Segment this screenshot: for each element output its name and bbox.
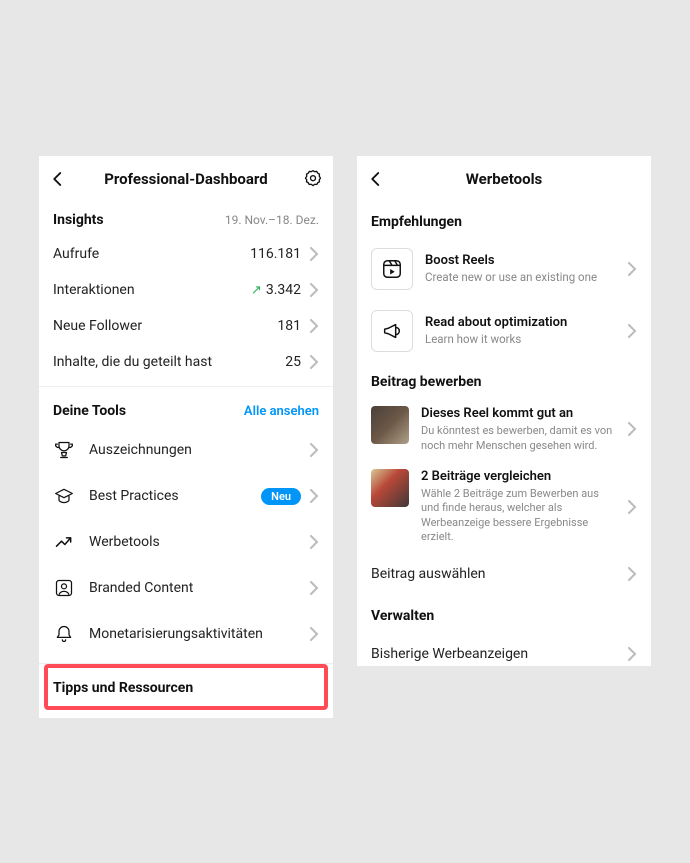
insights-header: Insights 19. Nov.–18. Dez. <box>39 202 333 236</box>
tool-row-ad-tools[interactable]: Werbetools <box>39 519 333 565</box>
manage-heading: Verwalten <box>357 596 651 632</box>
chevron-right-icon <box>309 319 319 333</box>
chevron-right-icon <box>309 355 319 369</box>
metric-label: Aufrufe <box>53 246 250 262</box>
metric-value: 25 <box>285 354 301 370</box>
chevron-right-icon <box>627 324 637 338</box>
tools-header: Deine Tools Alle ansehen <box>39 393 333 427</box>
metric-label: Neue Follower <box>53 318 277 334</box>
new-badge: Neu <box>261 488 301 505</box>
select-post-row[interactable]: Beitrag auswählen <box>357 552 651 596</box>
chevron-right-icon <box>627 500 637 514</box>
tool-row-best-practices[interactable]: Best Practices Neu <box>39 473 333 519</box>
tool-label: Monetarisierungsaktivitäten <box>89 626 309 642</box>
chevron-right-icon <box>309 283 319 297</box>
chevron-right-icon <box>309 581 319 595</box>
ad-tools-screen: Werbetools Empfehlungen Boost Reels Crea… <box>357 156 651 666</box>
insights-heading: Insights <box>53 212 104 228</box>
recommendation-subtitle: Learn how it works <box>425 332 615 347</box>
header: Werbetools <box>357 156 651 202</box>
recommendation-boost-reels[interactable]: Boost Reels Create new or use an existin… <box>357 238 651 300</box>
chevron-right-icon <box>627 422 637 436</box>
metric-row-followers[interactable]: Neue Follower 181 <box>39 308 333 344</box>
chevron-right-icon <box>627 647 637 661</box>
megaphone-icon <box>371 310 413 352</box>
metric-value: 3.342 <box>266 282 301 298</box>
reels-icon <box>371 248 413 290</box>
page-title: Werbetools <box>466 170 543 188</box>
metric-row-views[interactable]: Aufrufe 116.181 <box>39 236 333 272</box>
brand-icon <box>53 577 75 599</box>
promote-suggestion-reel[interactable]: Dieses Reel kommt gut an Du könntest es … <box>357 398 651 461</box>
tips-header: Tipps und Ressourcen <box>39 670 333 704</box>
back-button[interactable] <box>49 170 67 188</box>
chevron-left-icon <box>367 170 385 188</box>
recommendation-optimization[interactable]: Read about optimization Learn how it wor… <box>357 300 651 362</box>
trophy-icon <box>53 439 75 461</box>
recommendation-title: Boost Reels <box>425 253 615 270</box>
chevron-right-icon <box>309 443 319 457</box>
page-title: Professional-Dashboard <box>104 170 267 188</box>
chevron-right-icon <box>309 627 319 641</box>
metric-value: 181 <box>277 318 301 334</box>
past-ads-label: Bisherige Werbeanzeigen <box>371 646 627 662</box>
divider <box>39 386 333 387</box>
chevron-right-icon <box>627 262 637 276</box>
metric-label: Interaktionen <box>53 282 251 298</box>
recommendation-subtitle: Create new or use an existing one <box>425 270 615 285</box>
tool-label: Branded Content <box>89 580 309 596</box>
tool-row-awards[interactable]: Auszeichnungen <box>39 427 333 473</box>
tools-heading: Deine Tools <box>53 403 126 419</box>
graduation-icon <box>53 485 75 507</box>
metric-value: 116.181 <box>250 246 301 262</box>
post-thumbnail <box>371 469 409 507</box>
tool-row-branded-content[interactable]: Branded Content <box>39 565 333 611</box>
chevron-right-icon <box>309 247 319 261</box>
recommendations-heading: Empfehlungen <box>357 202 651 238</box>
promote-title: Dieses Reel kommt gut an <box>421 406 615 422</box>
past-ads-row[interactable]: Bisherige Werbeanzeigen <box>357 632 651 676</box>
chevron-left-icon <box>49 170 67 188</box>
metric-row-shared[interactable]: Inhalte, die du geteilt hast 25 <box>39 344 333 380</box>
header: Professional-Dashboard <box>39 156 333 202</box>
gear-icon <box>303 169 323 189</box>
recommendation-title: Read about optimization <box>425 315 615 332</box>
trend-icon <box>53 531 75 553</box>
chevron-right-icon <box>627 567 637 581</box>
post-thumbnail <box>371 406 409 444</box>
settings-button[interactable] <box>303 169 323 189</box>
promote-suggestion-compare[interactable]: 2 Beiträge vergleichen Wähle 2 Beiträge … <box>357 461 651 552</box>
tool-label: Werbetools <box>89 534 309 550</box>
promote-subtitle: Wähle 2 Beiträge zum Bewerben aus und fi… <box>421 487 615 544</box>
divider <box>39 663 333 664</box>
bell-icon <box>53 623 75 645</box>
select-post-label: Beitrag auswählen <box>371 566 627 582</box>
chevron-right-icon <box>309 535 319 549</box>
promote-heading: Beitrag bewerben <box>357 362 651 398</box>
tool-label: Auszeichnungen <box>89 442 309 458</box>
promote-title: 2 Beiträge vergleichen <box>421 469 615 485</box>
date-range: 19. Nov.–18. Dez. <box>225 213 319 227</box>
back-button[interactable] <box>367 170 385 188</box>
tips-heading: Tipps und Ressourcen <box>53 680 193 696</box>
metric-label: Inhalte, die du geteilt hast <box>53 354 285 370</box>
trend-up-icon: ↗ <box>251 283 262 298</box>
chevron-right-icon <box>309 489 319 503</box>
promote-subtitle: Du könntest es bewerben, damit es von no… <box>421 424 615 453</box>
see-all-link[interactable]: Alle ansehen <box>244 404 319 419</box>
dashboard-screen: Professional-Dashboard Insights 19. Nov.… <box>39 156 333 718</box>
tool-row-monetization[interactable]: Monetarisierungsaktivitäten <box>39 611 333 657</box>
metric-row-interactions[interactable]: Interaktionen ↗ 3.342 <box>39 272 333 308</box>
tool-label: Best Practices <box>89 488 261 504</box>
